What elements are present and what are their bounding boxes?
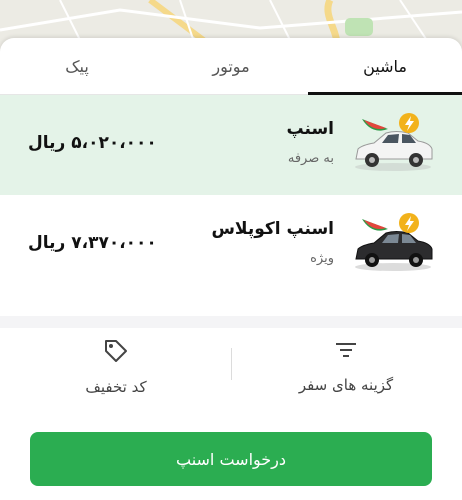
tab-courier-label: پیک [65, 56, 89, 76]
tab-car-label: ماشین [363, 56, 407, 76]
eco-car-black-icon [352, 213, 434, 277]
trip-actions-bar: گزینه های سفر کد تخفیف [0, 328, 462, 418]
ride-option-name: اسنپ [286, 119, 334, 139]
tab-courier[interactable]: پیک [0, 38, 154, 94]
ride-option-description: ویژه [310, 251, 334, 266]
ride-option-price: ۷،۳۷۰،۰۰۰ ریال [28, 233, 157, 253]
discount-code-button[interactable]: کد تخفیف [26, 338, 206, 408]
tag-icon [103, 338, 129, 368]
request-ride-button[interactable]: درخواست اسنپ [30, 432, 432, 486]
ride-option-snapp-ecoplus[interactable]: اسنپ اکوپلاس ویژه ۷،۳۷۰،۰۰۰ ریال [0, 195, 462, 295]
bottom-sheet: ماشین موتور پیک اسنپ به صرفه ۵،۰۲۰،۰۰۰ ر… [0, 38, 462, 500]
tab-car[interactable]: ماشین [308, 38, 462, 94]
ride-option-snapp[interactable]: اسنپ به صرفه ۵،۰۲۰،۰۰۰ ریال [0, 95, 462, 195]
ride-option-price: ۵،۰۲۰،۰۰۰ ریال [28, 133, 157, 153]
ride-option-description: به صرفه [287, 151, 334, 166]
discount-code-label: کد تخفیف [85, 378, 147, 396]
trip-options-label: گزینه های سفر [298, 376, 394, 394]
tab-motor-label: موتور [212, 56, 250, 76]
tab-motor[interactable]: موتور [154, 38, 308, 94]
ride-option-name: اسنپ اکوپلاس [211, 219, 334, 239]
vehicle-tabs: ماشین موتور پیک [0, 38, 462, 95]
filter-icon [334, 338, 358, 366]
section-divider [0, 316, 462, 328]
eco-car-white-icon [352, 113, 434, 177]
actions-divider [231, 348, 232, 380]
trip-options-button[interactable]: گزینه های سفر [256, 338, 436, 408]
ride-options-list: اسنپ به صرفه ۵،۰۲۰،۰۰۰ ریال اسنپ اکوپلاس… [0, 95, 462, 295]
